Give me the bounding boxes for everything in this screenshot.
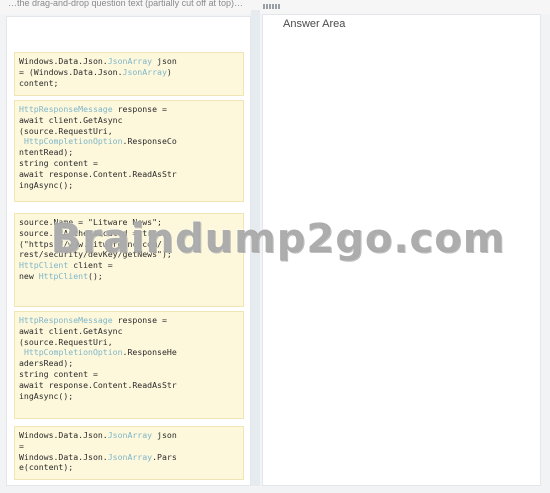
code-snippet-get-response-content[interactable]: HttpResponseMessage response = await clie… bbox=[14, 100, 244, 202]
code-token: await response.Content.ReadAsStr bbox=[19, 168, 177, 179]
code-token: .ResponseCo bbox=[122, 136, 177, 147]
code-token: .Pars bbox=[152, 451, 177, 462]
type-name-token: JsonArray bbox=[107, 451, 153, 462]
code-token: content; bbox=[19, 77, 59, 88]
code-line: = bbox=[19, 441, 239, 452]
code-line: HttpClient client = bbox=[19, 260, 239, 271]
code-line: await client.GetAsync bbox=[19, 326, 239, 337]
code-line: ("https://www.litwareinc.com/ bbox=[19, 239, 239, 250]
code-token: ("https://www.litwareinc.com/ bbox=[19, 238, 162, 249]
code-token: ntentRead); bbox=[19, 147, 74, 158]
code-line: content; bbox=[19, 78, 239, 89]
code-line: HttpResponseMessage response = bbox=[19, 315, 239, 326]
code-token: Windows.Data.Json. bbox=[19, 451, 108, 462]
code-token: new bbox=[19, 270, 39, 281]
code-token: Windows.Data.Json. bbox=[19, 56, 108, 66]
code-line: Windows.Data.Json.JsonArray json bbox=[19, 430, 239, 441]
code-line: adersRead); bbox=[19, 358, 239, 369]
top-bar: …the drag-and-drop question text (partia… bbox=[0, 0, 550, 14]
code-token: rest/security/devKey/getNews"); bbox=[19, 249, 172, 260]
code-token: json bbox=[152, 56, 177, 66]
code-token: ) bbox=[166, 66, 172, 77]
code-line: source.Name = "Litware News"; bbox=[19, 217, 239, 228]
question-caption: …the drag-and-drop question text (partia… bbox=[8, 0, 243, 8]
code-token: await client.GetAsync bbox=[19, 114, 123, 125]
splitter-grip-icon[interactable] bbox=[263, 4, 285, 9]
code-line: source.IsAuthenticated = true; bbox=[19, 228, 239, 239]
code-line: HttpResponseMessage response = bbox=[19, 104, 239, 115]
code-line: ntentRead); bbox=[19, 147, 239, 158]
code-token: response = bbox=[112, 104, 167, 114]
code-token: string content = bbox=[19, 368, 98, 379]
type-name-token: JsonArray bbox=[107, 430, 153, 440]
code-line: string content = bbox=[19, 369, 239, 380]
code-token: string content = bbox=[19, 157, 98, 168]
code-line: new HttpClient(); bbox=[19, 271, 239, 282]
code-line: e(content); bbox=[19, 462, 239, 473]
code-line: ingAsync(); bbox=[19, 180, 239, 191]
code-snippet-get-response-headers[interactable]: HttpResponseMessage response = await clie… bbox=[14, 311, 244, 419]
code-token: = (Windows.Data.Json. bbox=[19, 66, 123, 77]
code-token: await client.GetAsync bbox=[19, 325, 123, 336]
code-token: await response.Content.ReadAsStr bbox=[19, 379, 177, 390]
answer-area-panel[interactable]: Answer Area bbox=[262, 14, 541, 486]
code-token: (source.RequestUri, bbox=[19, 125, 113, 136]
type-name-token: JsonArray bbox=[107, 56, 153, 66]
code-line: string content = bbox=[19, 158, 239, 169]
code-line: await client.GetAsync bbox=[19, 115, 239, 126]
answer-area-title: Answer Area bbox=[283, 18, 346, 30]
code-token: e(content); bbox=[19, 462, 74, 473]
code-line: Windows.Data.Json.JsonArray.Pars bbox=[19, 452, 239, 463]
type-name-token: HttpResponseMessage bbox=[19, 315, 113, 325]
code-line: ingAsync(); bbox=[19, 391, 239, 402]
code-snippet-json-cast[interactable]: Windows.Data.Json.JsonArray json = (Windo… bbox=[14, 52, 244, 96]
code-token: = bbox=[19, 440, 24, 451]
code-line: rest/security/devKey/getNews"); bbox=[19, 249, 239, 260]
type-name-token: HttpClient bbox=[19, 260, 69, 271]
code-token: Windows.Data.Json. bbox=[19, 430, 108, 440]
panel-divider[interactable] bbox=[251, 10, 260, 486]
code-token: (source.RequestUri, bbox=[19, 336, 113, 347]
code-line: HttpCompletionOption.ResponseCo bbox=[19, 136, 239, 147]
code-token: (); bbox=[88, 270, 103, 281]
code-token: source.Name = "Litware News"; bbox=[19, 217, 162, 227]
code-token: response = bbox=[112, 315, 167, 325]
code-token: source.IsAuthenticated = true; bbox=[19, 227, 167, 238]
code-line: await response.Content.ReadAsStr bbox=[19, 169, 239, 180]
code-line: HttpCompletionOption.ResponseHe bbox=[19, 347, 239, 358]
code-token: ingAsync(); bbox=[19, 390, 74, 401]
type-name-token: HttpCompletionOption bbox=[23, 347, 123, 358]
code-snippet-source-client[interactable]: source.Name = "Litware News"; source.IsAu… bbox=[14, 213, 244, 307]
code-token: .ResponseHe bbox=[122, 347, 177, 358]
type-name-token: JsonArray bbox=[122, 66, 167, 77]
code-line: (source.RequestUri, bbox=[19, 126, 239, 137]
type-name-token: HttpClient bbox=[38, 270, 89, 281]
code-line: await response.Content.ReadAsStr bbox=[19, 380, 239, 391]
type-name-token: HttpCompletionOption bbox=[23, 136, 123, 147]
code-token: client = bbox=[68, 260, 113, 271]
code-token: adersRead); bbox=[19, 358, 74, 369]
code-token: ingAsync(); bbox=[19, 179, 74, 190]
code-line: (source.RequestUri, bbox=[19, 337, 239, 348]
code-snippet-json-parse[interactable]: Windows.Data.Json.JsonArray json = Windows… bbox=[14, 426, 244, 480]
type-name-token: HttpResponseMessage bbox=[19, 104, 113, 114]
code-line: Windows.Data.Json.JsonArray json bbox=[19, 56, 239, 67]
code-token: json bbox=[152, 430, 177, 440]
code-line: = (Windows.Data.Json.JsonArray) bbox=[19, 67, 239, 78]
